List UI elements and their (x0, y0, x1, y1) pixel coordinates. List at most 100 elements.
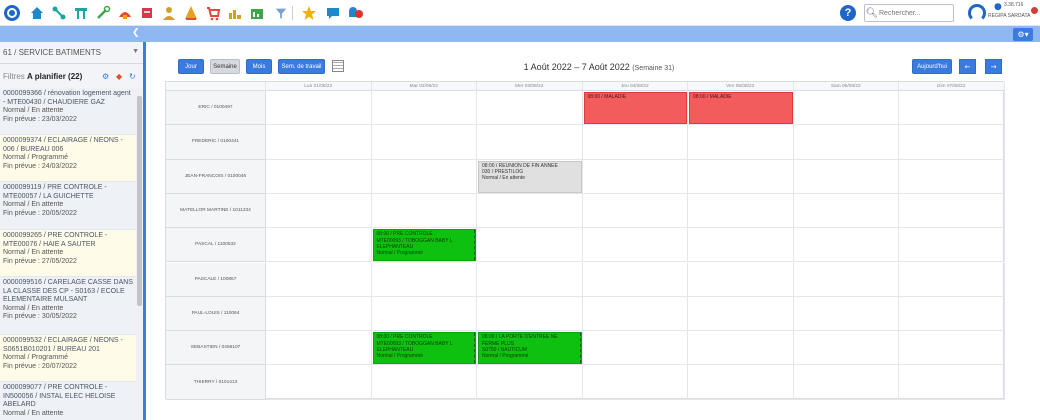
view-day-button[interactable]: Jour (178, 59, 204, 74)
stock-icon[interactable] (138, 4, 156, 22)
star-icon[interactable] (300, 4, 318, 22)
asset-icon[interactable] (72, 4, 90, 22)
planning-event[interactable]: 08:00 / REUNION DE FIN ANNEE 030 / PRESTI… (478, 160, 582, 193)
planning-cell[interactable] (582, 228, 688, 263)
planning-cell[interactable] (371, 159, 477, 194)
alert-icon[interactable] (182, 4, 200, 22)
planning-cell[interactable] (582, 262, 688, 297)
planning-cell[interactable] (266, 262, 372, 297)
view-week-button[interactable]: Semaine (210, 59, 240, 74)
planning-cell[interactable] (688, 193, 794, 229)
service-select[interactable]: 61 / SERVICE BATIMENTS ▼ (0, 42, 143, 64)
planning-cell[interactable] (266, 125, 372, 160)
planning-cell[interactable] (477, 91, 583, 126)
task-item[interactable]: 0000099119 / PRE CONTROLE - MTE00057 / L… (0, 182, 136, 230)
planning-cell[interactable] (793, 193, 899, 229)
refresh-icon[interactable]: ↻ (129, 72, 136, 81)
planning-cell[interactable] (899, 365, 1005, 400)
planning-cell[interactable] (688, 262, 794, 297)
planning-cell[interactable] (582, 159, 688, 194)
search-box[interactable]: 🔍︎ (864, 4, 954, 22)
view-workweek-button[interactable]: Sem. de travail (278, 59, 325, 74)
planning-event[interactable]: 08:00 / PRE CONTROLE MTE00093 / TOBOGGAN … (372, 229, 476, 262)
planning-cell[interactable] (582, 296, 688, 332)
planning-event[interactable]: 08:00 / PRE CONTROLE MTE00093 / TOBOGGAN … (372, 332, 476, 365)
today-button[interactable]: Aujourd'hui (912, 59, 952, 74)
planning-cell[interactable] (266, 331, 372, 366)
planning-cell[interactable] (266, 228, 372, 263)
planning-cell[interactable] (582, 331, 688, 366)
planning-cell[interactable] (793, 159, 899, 194)
task-item[interactable]: 0000099077 / PRE CONTROLE - IN500056 / I… (0, 382, 136, 420)
planning-cell[interactable] (266, 365, 372, 400)
planning-event[interactable]: 08:00 / MALADIE (583, 92, 687, 125)
planning-cell[interactable] (793, 331, 899, 366)
filter-label[interactable]: A planifier (22) (27, 72, 82, 81)
help-icon[interactable]: ? (840, 5, 856, 21)
logo-icon[interactable] (3, 4, 21, 22)
planning-cell[interactable] (688, 228, 794, 263)
planning-cell[interactable] (793, 125, 899, 160)
planning-cell[interactable] (899, 193, 1005, 229)
planning-cell[interactable] (582, 365, 688, 400)
planning-cell[interactable] (266, 91, 372, 126)
home-icon[interactable] (28, 4, 46, 22)
planning-cell[interactable] (793, 365, 899, 400)
planning-cell[interactable] (688, 125, 794, 160)
planning-cell[interactable] (582, 193, 688, 229)
planning-cell[interactable] (266, 193, 372, 229)
reporting-icon[interactable] (226, 4, 244, 22)
purchase-icon[interactable] (204, 4, 222, 22)
filter-icon[interactable] (272, 4, 290, 22)
task-item[interactable]: 0000099532 / ECLAIRAGE / NEONS - S0651B0… (0, 335, 136, 382)
planning-cell[interactable] (477, 125, 583, 160)
next-week-button[interactable]: → (985, 59, 1002, 74)
prev-week-button[interactable]: ← (959, 59, 976, 74)
bell-icon[interactable] (346, 4, 364, 22)
support-headset-icon[interactable] (968, 4, 986, 22)
tag-icon[interactable]: ◆ (116, 72, 122, 81)
task-item[interactable]: 0000099516 / CARELAGE CASSE DANS LA CLAS… (0, 277, 136, 335)
planning-cell[interactable] (899, 296, 1005, 332)
collapse-sidebar-icon[interactable]: ❮ (132, 28, 140, 38)
planning-cell[interactable] (477, 228, 583, 263)
task-item[interactable]: 0000099265 / PRE CONTROLE - MTE00076 / H… (0, 230, 136, 277)
planning-cell[interactable] (266, 296, 372, 332)
chat-icon[interactable] (324, 4, 342, 22)
dashboard-icon[interactable] (248, 4, 266, 22)
planning-cell[interactable] (793, 262, 899, 297)
tools-icon[interactable] (94, 4, 112, 22)
planning-cell[interactable] (793, 91, 899, 126)
planning-cell[interactable] (371, 91, 477, 126)
planning-cell[interactable] (793, 228, 899, 263)
calendar-icon[interactable] (332, 60, 344, 72)
planning-cell[interactable] (899, 262, 1005, 297)
planning-cell[interactable] (688, 365, 794, 400)
task-item[interactable]: 0000099374 / ECLAIRAGE / NEONS - 006 / B… (0, 135, 136, 182)
people-icon[interactable] (160, 4, 178, 22)
planning-cell[interactable] (688, 296, 794, 332)
planning-cell[interactable] (688, 331, 794, 366)
planning-cell[interactable] (371, 365, 477, 400)
planning-cell[interactable] (582, 125, 688, 160)
planning-cell[interactable] (477, 193, 583, 229)
settings-icon[interactable]: ⚙ (102, 72, 109, 81)
planning-cell[interactable] (371, 125, 477, 160)
planning-cell[interactable] (899, 159, 1005, 194)
view-settings-button[interactable]: ⚙▾ (1013, 28, 1033, 41)
planning-cell[interactable] (899, 228, 1005, 263)
task-list-scrollbar[interactable] (136, 88, 143, 420)
planning-cell[interactable] (688, 159, 794, 194)
planning-cell[interactable] (899, 125, 1005, 160)
network-icon[interactable] (50, 4, 68, 22)
search-input[interactable] (879, 5, 953, 21)
view-month-button[interactable]: Mois (246, 59, 272, 74)
task-item[interactable]: 0000099366 / rénovation logement agent -… (0, 88, 136, 135)
planning-cell[interactable] (371, 262, 477, 297)
planning-cell[interactable] (899, 331, 1005, 366)
planning-cell[interactable] (477, 365, 583, 400)
scrollbar-thumb[interactable] (137, 96, 142, 306)
planning-cell[interactable] (793, 296, 899, 332)
planning-cell[interactable] (899, 91, 1005, 126)
planning-cell[interactable] (266, 159, 372, 194)
